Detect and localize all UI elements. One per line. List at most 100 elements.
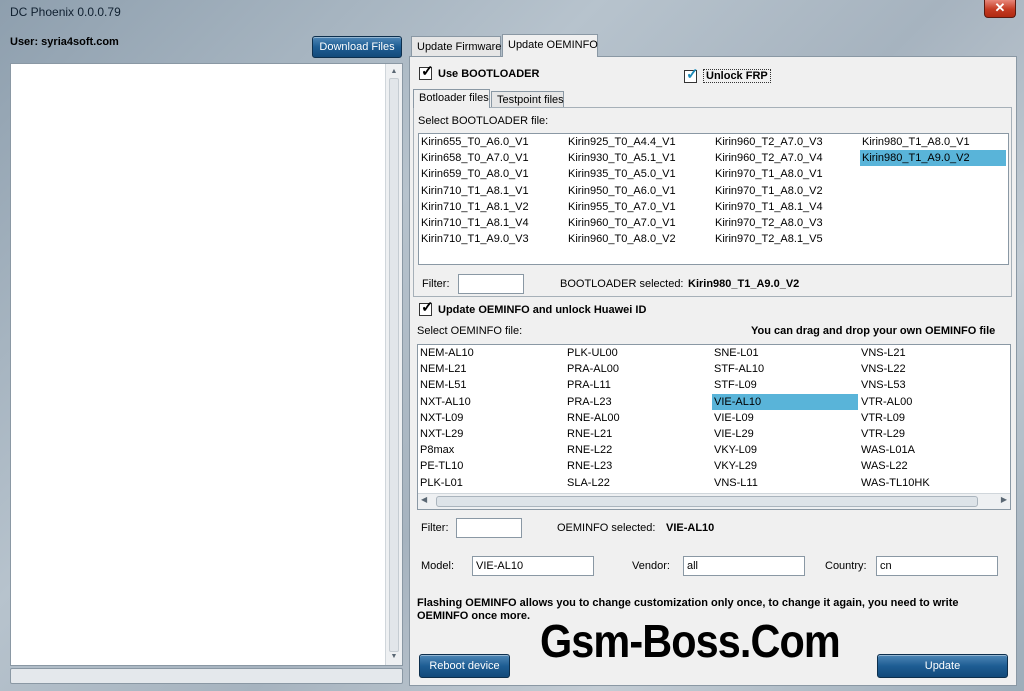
list-item-selected[interactable]: Kirin980_T1_A9.0_V2 (860, 150, 1006, 167)
list-item[interactable]: RNE-L21 (565, 426, 711, 442)
download-files-button[interactable]: Download Files (312, 36, 402, 58)
list-item[interactable]: Kirin710_T1_A8.1_V4 (419, 215, 565, 231)
check-icon: ✓ (421, 299, 434, 316)
list-item[interactable]: Kirin970_T1_A8.0_V1 (713, 166, 859, 182)
list-item[interactable]: NEM-L21 (418, 361, 564, 377)
list-item[interactable]: PRA-L23 (565, 394, 711, 410)
list-item[interactable]: Kirin980_T1_A8.0_V1 (860, 134, 1006, 150)
list-item[interactable]: VKY-L09 (712, 442, 858, 458)
list-item[interactable]: NEM-L51 (418, 377, 564, 393)
list-item[interactable]: VKY-L29 (712, 458, 858, 474)
list-item[interactable]: Kirin710_T1_A8.1_V1 (419, 183, 565, 199)
list-item[interactable]: VTR-L09 (859, 410, 1005, 426)
list-item[interactable]: PE-TL10 (418, 458, 564, 474)
list-item[interactable]: Kirin658_T0_A7.0_V1 (419, 150, 565, 166)
oeminfo-column: PLK-UL00 PRA-AL00 PRA-L11 PRA-L23 RNE-AL… (565, 345, 711, 491)
country-field[interactable]: cn (876, 556, 998, 576)
oeminfo-panel: ✓ Use BOOTLOADER ✓ Unlock FRP Botloader … (409, 56, 1017, 686)
bootloader-selected-label: BOOTLOADER selected: (560, 278, 684, 290)
title-bar: DC Phoenix 0.0.0.79 ✕ (0, 0, 1024, 24)
list-item[interactable]: Kirin960_T0_A8.0_V2 (566, 231, 712, 247)
use-bootloader-label: Use BOOTLOADER (438, 67, 540, 80)
list-item[interactable]: Kirin930_T0_A5.1_V1 (566, 150, 712, 166)
tab-update-oeminfo[interactable]: Update OEMINFO (502, 34, 598, 57)
tab-botloader-files[interactable]: Botloader files (413, 89, 490, 108)
list-item[interactable]: VNS-L21 (859, 345, 1005, 361)
list-item[interactable]: NXT-L29 (418, 426, 564, 442)
list-item[interactable]: VNS-L11 (712, 475, 858, 491)
oeminfo-scroll-thumb[interactable] (436, 496, 978, 507)
list-item[interactable]: WAS-TL10HK (859, 475, 1005, 491)
use-bootloader-checkbox[interactable]: ✓ Use BOOTLOADER (419, 63, 540, 80)
list-item-selected[interactable]: VIE-AL10 (712, 393, 858, 410)
list-item[interactable]: NXT-L09 (418, 410, 564, 426)
list-item[interactable]: RNE-L23 (565, 458, 711, 474)
list-item[interactable]: Kirin970_T1_A8.1_V4 (713, 199, 859, 215)
vendor-label: Vendor: (632, 560, 670, 572)
drag-drop-hint: You can drag and drop your own OEMINFO f… (751, 325, 996, 337)
oeminfo-column: VNS-L21 VNS-L22 VNS-L53 VTR-AL00 VTR-L09… (859, 345, 1005, 491)
tab-update-firmware[interactable]: Update Firmware (411, 36, 501, 57)
list-item[interactable]: VNS-L22 (859, 361, 1005, 377)
list-item[interactable]: P8max (418, 442, 564, 458)
list-item[interactable]: PRA-AL00 (565, 361, 711, 377)
list-item[interactable]: SLA-L22 (565, 475, 711, 491)
scroll-left-icon[interactable]: ◀ (421, 495, 427, 504)
list-item[interactable]: Kirin659_T0_A8.0_V1 (419, 166, 565, 182)
list-item[interactable]: Kirin970_T2_A8.1_V5 (713, 231, 859, 247)
list-item[interactable]: Kirin960_T2_A7.0_V3 (713, 134, 859, 150)
scroll-up-icon[interactable]: ▲ (386, 66, 402, 78)
list-item[interactable]: NXT-AL10 (418, 394, 564, 410)
list-item[interactable]: Kirin970_T1_A8.0_V2 (713, 183, 859, 199)
oeminfo-list[interactable]: NEM-AL10 NEM-L21 NEM-L51 NXT-AL10 NXT-L0… (417, 344, 1011, 510)
list-item[interactable]: VIE-L29 (712, 426, 858, 442)
update-oeminfo-checkbox[interactable]: ✓ Update OEMINFO and unlock Huawei ID (419, 299, 646, 316)
log-scroll-thumb[interactable] (389, 78, 399, 652)
list-item[interactable]: VNS-L53 (859, 377, 1005, 393)
list-item[interactable]: VTR-AL00 (859, 394, 1005, 410)
unlock-frp-checkbox[interactable]: ✓ Unlock FRP (684, 66, 771, 83)
oeminfo-column: SNE-L01 STF-AL10 STF-L09 VIE-AL10 VIE-L0… (712, 345, 858, 491)
list-item[interactable]: PLK-L01 (418, 475, 564, 491)
list-item[interactable]: Kirin710_T1_A9.0_V3 (419, 231, 565, 247)
oeminfo-filter-input[interactable] (456, 518, 522, 538)
update-button[interactable]: Update (877, 654, 1008, 678)
list-item[interactable]: Kirin970_T2_A8.0_V3 (713, 215, 859, 231)
close-button[interactable]: ✕ (984, 0, 1016, 18)
checkbox-box: ✓ (684, 66, 699, 83)
log-vertical-scrollbar[interactable]: ▲ ▼ (385, 64, 402, 665)
list-item[interactable]: PRA-L11 (565, 377, 711, 393)
list-item[interactable]: Kirin710_T1_A8.1_V2 (419, 199, 565, 215)
checkbox-box: ✓ (419, 299, 434, 316)
bootloader-filter-input[interactable] (458, 274, 524, 294)
vendor-field[interactable]: all (683, 556, 805, 576)
list-item[interactable]: STF-AL10 (712, 361, 858, 377)
list-item[interactable]: VTR-L29 (859, 426, 1005, 442)
list-item[interactable]: Kirin925_T0_A4.4_V1 (566, 134, 712, 150)
log-panel[interactable]: ▲ ▼ (10, 63, 403, 666)
list-item[interactable]: Kirin655_T0_A6.0_V1 (419, 134, 565, 150)
list-item[interactable]: RNE-AL00 (565, 410, 711, 426)
bootloader-selected-value: Kirin980_T1_A9.0_V2 (688, 278, 800, 290)
tab-testpoint-files[interactable]: Testpoint files (491, 91, 564, 108)
model-field[interactable]: VIE-AL10 (472, 556, 594, 576)
list-item[interactable]: SNE-L01 (712, 345, 858, 361)
list-item[interactable]: PLK-UL00 (565, 345, 711, 361)
scroll-down-icon[interactable]: ▼ (386, 651, 402, 663)
list-item[interactable]: Kirin935_T0_A5.0_V1 (566, 166, 712, 182)
bootloader-list[interactable]: Kirin655_T0_A6.0_V1 Kirin658_T0_A7.0_V1 … (418, 133, 1009, 265)
list-item[interactable]: RNE-L22 (565, 442, 711, 458)
list-item[interactable]: WAS-L22 (859, 458, 1005, 474)
list-item[interactable]: NEM-AL10 (418, 345, 564, 361)
list-item[interactable]: Kirin960_T2_A7.0_V4 (713, 150, 859, 166)
oeminfo-horizontal-scrollbar[interactable]: ◀ ▶ (418, 493, 1010, 509)
progress-bar (10, 668, 403, 684)
list-item[interactable]: Kirin960_T0_A7.0_V1 (566, 215, 712, 231)
list-item[interactable]: STF-L09 (712, 377, 858, 393)
list-item[interactable]: Kirin955_T0_A7.0_V1 (566, 199, 712, 215)
list-item[interactable]: WAS-L01A (859, 442, 1005, 458)
list-item[interactable]: Kirin950_T0_A6.0_V1 (566, 183, 712, 199)
scroll-right-icon[interactable]: ▶ (1001, 495, 1007, 504)
reboot-device-button[interactable]: Reboot device (419, 654, 510, 678)
list-item[interactable]: VIE-L09 (712, 410, 858, 426)
